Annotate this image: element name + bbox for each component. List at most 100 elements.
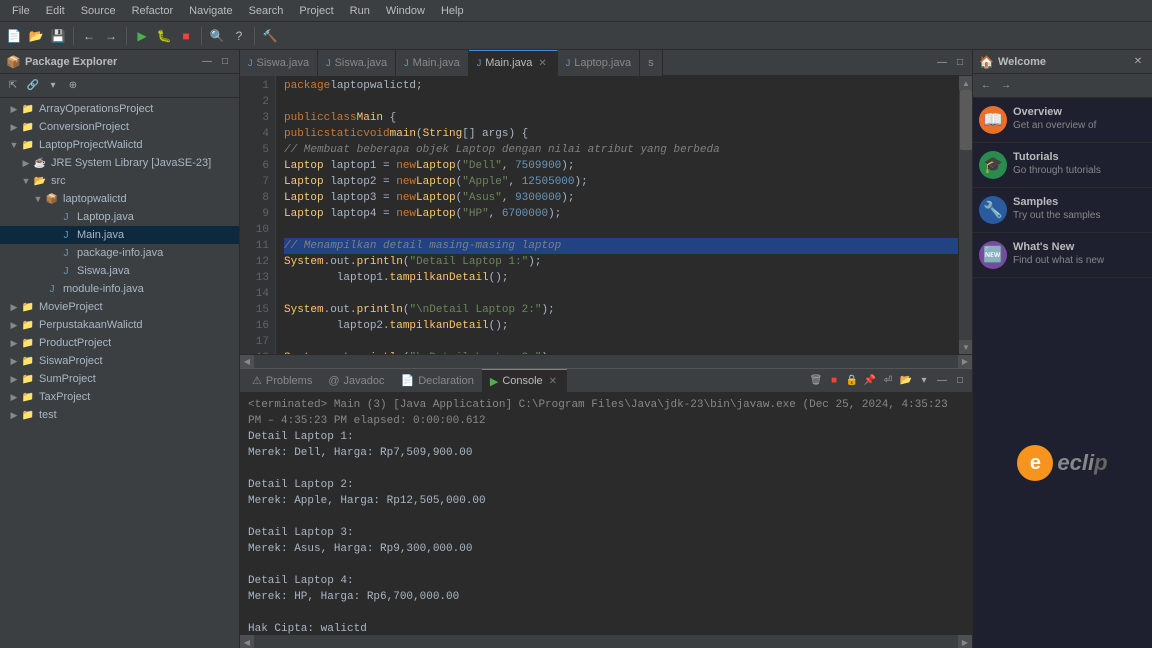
scrollbar-down-btn[interactable]: ▼ (959, 340, 972, 354)
editor-tab-controls: — □ (930, 55, 972, 71)
tab-console[interactable]: ▶ Console ✕ (482, 369, 567, 393)
console-h-scroll-left[interactable]: ◀ (240, 635, 254, 648)
tree-item-laptop-java[interactable]: J Laptop.java (0, 208, 239, 226)
code-editor[interactable]: 12345 678910 1112131415 1617181920 packa… (240, 76, 972, 368)
tab-problems[interactable]: ⚠ Problems (244, 369, 320, 393)
h-scroll-left-btn[interactable]: ◀ (240, 355, 254, 369)
collapse-all-btn[interactable]: ⇱ (4, 77, 22, 95)
scrollbar-thumb[interactable] (960, 90, 972, 150)
console-word-wrap-btn[interactable]: ⏎ (880, 373, 896, 389)
tree-item-array-project[interactable]: ▶ 📁 ArrayOperationsProject (0, 100, 239, 118)
console-h-scroll-right[interactable]: ▶ (958, 635, 972, 648)
menu-run[interactable]: Run (342, 3, 378, 19)
tree-item-laptopwalictd[interactable]: ▼ 📦 laptopwalictd (0, 190, 239, 208)
tree-item-siswa-project[interactable]: ▶ 📁 SiswaProject (0, 352, 239, 370)
tree-item-laptop-project[interactable]: ▼ 📁 LaptopProjectWalictd (0, 136, 239, 154)
console-content[interactable]: <terminated> Main (3) [Java Application]… (240, 393, 972, 634)
editor-scrollbar[interactable]: ▲ ▼ (958, 76, 972, 354)
editor-maximize-btn[interactable]: □ (952, 55, 968, 71)
tab-label-laptop: Laptop.java (574, 57, 631, 69)
welcome-item-whats-new[interactable]: 🆕 What's New Find out what is new (973, 233, 1152, 278)
tab-close-main2[interactable]: ✕ (536, 58, 548, 69)
toolbar-debug[interactable]: 🐛 (154, 26, 174, 46)
welcome-item-samples[interactable]: 🔧 Samples Try out the samples (973, 188, 1152, 233)
code-line-12: System.out.println("Detail Laptop 1:"); (284, 254, 958, 270)
toolbar-new[interactable]: 📄 (4, 26, 24, 46)
console-output-line-10: Detail Laptop 4: (248, 573, 964, 589)
welcome-close-btn[interactable]: ✕ (1130, 54, 1146, 70)
tree-item-product-project[interactable]: ▶ 📁 ProductProject (0, 334, 239, 352)
toolbar-open[interactable]: 📂 (26, 26, 46, 46)
welcome-forward-btn[interactable]: → (997, 77, 1015, 95)
tree-item-main-java[interactable]: J Main.java (0, 226, 239, 244)
menu-navigate[interactable]: Navigate (181, 3, 240, 19)
menu-project[interactable]: Project (291, 3, 341, 19)
view-menu-btn[interactable]: ▾ (44, 77, 62, 95)
code-line-14 (284, 286, 958, 302)
console-scroll-lock-btn[interactable]: 🔒 (844, 373, 860, 389)
tab-main-java-1[interactable]: J Main.java (396, 50, 469, 76)
tree-item-sum-project[interactable]: ▶ 📁 SumProject (0, 370, 239, 388)
toolbar-search[interactable]: 🔍 (207, 26, 227, 46)
menu-refactor[interactable]: Refactor (124, 3, 182, 19)
toolbar-run[interactable]: ▶ (132, 26, 152, 46)
editor-minimize-btn[interactable]: — (934, 55, 950, 71)
code-line-3: public class Main { (284, 110, 958, 126)
console-output-line-7: Detail Laptop 3: (248, 525, 964, 541)
console-maximize-btn[interactable]: □ (952, 373, 968, 389)
panel-explorer-title: Package Explorer (25, 56, 117, 68)
console-select-display-btn[interactable]: ▾ (916, 373, 932, 389)
editor-h-scrollbar[interactable]: ◀ ▶ (240, 354, 972, 368)
toolbar-stop[interactable]: ■ (176, 26, 196, 46)
tab-icon-main1: J (404, 58, 409, 68)
toolbar-build[interactable]: 🔨 (260, 26, 280, 46)
tree-item-src[interactable]: ▼ 📂 src (0, 172, 239, 190)
menu-source[interactable]: Source (73, 3, 124, 19)
toolbar-back[interactable]: ← (79, 26, 99, 46)
menu-file[interactable]: File (4, 3, 38, 19)
tree-item-test-project[interactable]: ▶ 📁 test (0, 406, 239, 424)
link-editor-btn[interactable]: 🔗 (24, 77, 42, 95)
tab-siswa-java-2[interactable]: J Siswa.java (318, 50, 396, 76)
right-panel-header: 🏠 Welcome ✕ (973, 50, 1152, 74)
tab-main-java-2[interactable]: J Main.java ✕ (469, 50, 558, 76)
console-stop-btn[interactable]: ■ (826, 373, 842, 389)
tree-item-package-info[interactable]: J package-info.java (0, 244, 239, 262)
tab-declaration[interactable]: 📄 Declaration (393, 369, 482, 393)
h-scroll-right-btn[interactable]: ▶ (958, 355, 972, 369)
welcome-back-btn[interactable]: ← (977, 77, 995, 95)
tree-item-perpustakaan-project[interactable]: ▶ 📁 PerpustakaanWalictd (0, 316, 239, 334)
tree-item-jre[interactable]: ▶ ☕ JRE System Library [JavaSE-23] (0, 154, 239, 172)
panel-minimize[interactable]: — (199, 54, 215, 70)
tab-close-console[interactable]: ✕ (547, 376, 559, 387)
line-numbers: 12345 678910 1112131415 1617181920 (240, 76, 276, 354)
tab-siswa-java-1[interactable]: J Siswa.java (240, 50, 318, 76)
menu-window[interactable]: Window (378, 3, 433, 19)
welcome-item-tutorials[interactable]: 🎓 Tutorials Go through tutorials (973, 143, 1152, 188)
code-area[interactable]: package laptopwalictd; public class Main… (276, 76, 958, 354)
menu-search[interactable]: Search (241, 3, 292, 19)
java-icon-module: J (44, 282, 60, 296)
console-clear-btn[interactable]: 🗑 (808, 373, 824, 389)
tree-item-tax-project[interactable]: ▶ 📁 TaxProject (0, 388, 239, 406)
menu-help[interactable]: Help (433, 3, 472, 19)
welcome-item-overview[interactable]: 📖 Overview Get an overview of (973, 98, 1152, 143)
toolbar-forward[interactable]: → (101, 26, 121, 46)
tab-javadoc[interactable]: @ Javadoc (320, 369, 392, 393)
tab-laptop-java[interactable]: J Laptop.java (558, 50, 640, 76)
scrollbar-up-btn[interactable]: ▲ (959, 76, 972, 90)
tree-item-movie-project[interactable]: ▶ 📁 MovieProject (0, 298, 239, 316)
menu-edit[interactable]: Edit (38, 3, 73, 19)
toolbar-save[interactable]: 💾 (48, 26, 68, 46)
console-pin-btn[interactable]: 📌 (862, 373, 878, 389)
tree-item-conversion-project[interactable]: ▶ 📁 ConversionProject (0, 118, 239, 136)
tree-item-module-info[interactable]: J module-info.java (0, 280, 239, 298)
console-minimize-btn[interactable]: — (934, 373, 950, 389)
console-h-scroll[interactable]: ◀ ▶ (240, 634, 972, 648)
tab-s[interactable]: s (640, 50, 663, 76)
toolbar-help[interactable]: ? (229, 26, 249, 46)
console-open-file-btn[interactable]: 📂 (898, 373, 914, 389)
panel-maximize[interactable]: □ (217, 54, 233, 70)
tree-item-siswa-java[interactable]: J Siswa.java (0, 262, 239, 280)
expand-btn[interactable]: ⊕ (64, 77, 82, 95)
